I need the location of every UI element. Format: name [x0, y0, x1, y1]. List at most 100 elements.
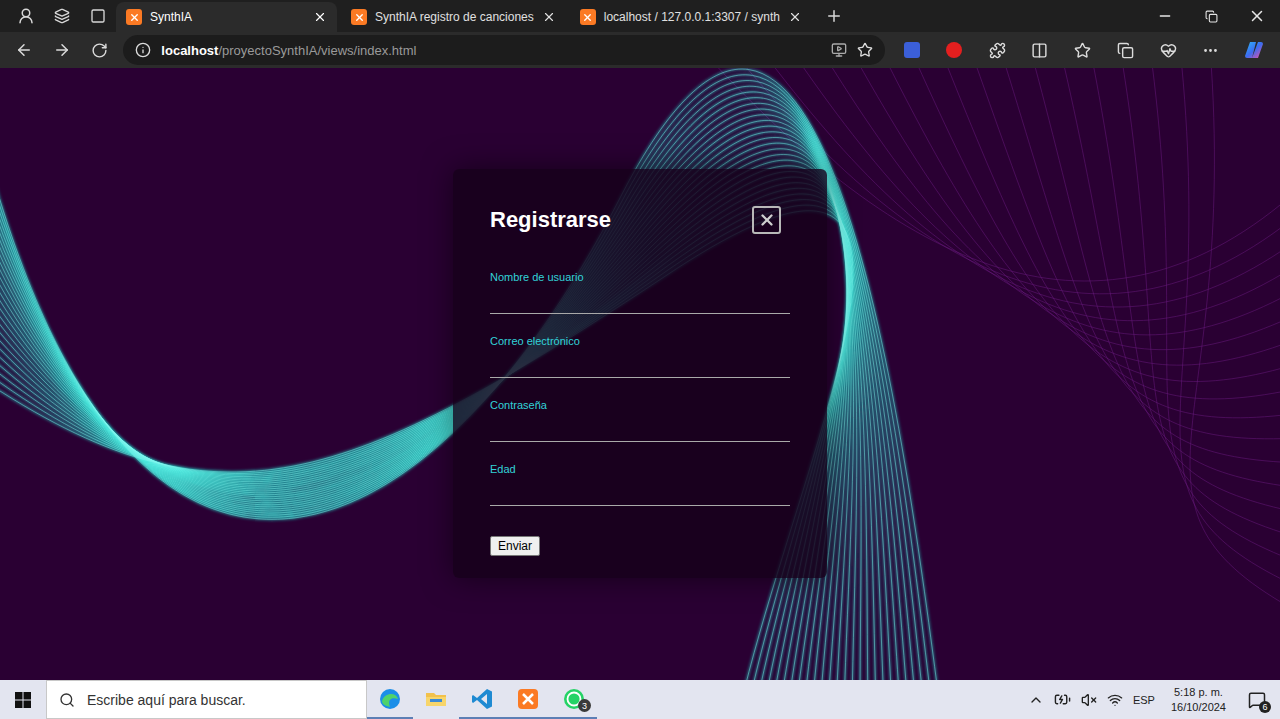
form-fields: Nombre de usuario Correo electrónico Contr… — [490, 270, 790, 526]
back-icon — [15, 41, 33, 59]
field-label: Contraseña — [490, 398, 790, 412]
xampp-favicon-icon — [351, 9, 367, 25]
start-button[interactable] — [0, 680, 46, 719]
favorite-icon[interactable] — [857, 42, 873, 58]
collections-button[interactable] — [1105, 35, 1146, 65]
browser-tab[interactable]: localhost / 127.0.0.1:3307 / synth — [570, 2, 812, 32]
app-badge: 3 — [578, 699, 591, 712]
close-tab-icon[interactable] — [788, 10, 802, 24]
minimize-icon — [1157, 8, 1173, 24]
url: localhost/proyectoSynthIA/views/index.ht… — [161, 43, 821, 58]
tab-actions-icon — [90, 8, 106, 24]
copilot-icon — [1244, 40, 1264, 60]
back-button[interactable] — [6, 35, 42, 65]
extension-button[interactable] — [891, 35, 932, 65]
field-label: Edad — [490, 462, 790, 476]
modal-title: Registrarse — [490, 207, 611, 233]
close-tab-icon[interactable] — [313, 10, 327, 24]
page: Registrarse Nombre de usuario Correo elect… — [0, 68, 1280, 680]
field-input[interactable] — [490, 412, 790, 442]
plus-icon — [825, 7, 843, 25]
submit-button[interactable]: Enviar — [490, 536, 540, 556]
windows-icon — [15, 692, 31, 708]
info-icon — [135, 42, 151, 58]
menu-icon — [1202, 42, 1219, 59]
extension-button[interactable] — [934, 35, 975, 65]
forward-icon — [53, 41, 71, 59]
browser-tab[interactable]: SynthIA — [116, 2, 337, 32]
refresh-icon — [91, 42, 108, 59]
battery-icon[interactable] — [1054, 691, 1071, 708]
wifi-icon[interactable] — [1107, 692, 1123, 708]
tab-actions-button[interactable] — [80, 0, 116, 32]
tab-label: SynthIA — [150, 10, 305, 24]
taskbar-search[interactable]: Escribe aquí para buscar. — [46, 680, 367, 719]
form-field: Correo electrónico — [490, 334, 790, 378]
modal-header: Registrarse — [490, 206, 790, 234]
folder-icon — [424, 687, 448, 711]
minimize-button[interactable] — [1142, 0, 1188, 32]
split-screen-icon — [1031, 42, 1048, 59]
field-input[interactable] — [490, 476, 790, 506]
taskbar-app[interactable]: 3 — [551, 680, 597, 719]
puzzle-icon — [989, 42, 1006, 59]
taskbar: Escribe aquí para buscar. 3 ESP 5:18 p. m.1… — [0, 680, 1280, 719]
taskbar-app[interactable] — [459, 680, 505, 719]
show-hidden-icon[interactable] — [1028, 692, 1044, 708]
favorites-button[interactable] — [1062, 35, 1103, 65]
immersive-reader-icon[interactable] — [831, 42, 847, 58]
favorites-icon — [1074, 42, 1091, 59]
tab-label: localhost / 127.0.0.1:3307 / synth — [604, 10, 780, 24]
browser-tab[interactable]: SynthIA registro de canciones — [341, 2, 566, 32]
field-input[interactable] — [490, 284, 790, 314]
forward-button[interactable] — [44, 35, 80, 65]
xampp-icon — [516, 687, 540, 711]
field-label: Correo electrónico — [490, 334, 790, 348]
notifications-button[interactable]: 6 — [1242, 685, 1272, 715]
close-modal-button[interactable] — [752, 206, 781, 234]
url-host: localhost — [161, 43, 218, 58]
vscode-icon — [470, 687, 494, 711]
extensions-button[interactable] — [977, 35, 1018, 65]
clock[interactable]: 5:18 p. m.16/10/2024 — [1165, 685, 1232, 715]
new-tab-button[interactable] — [816, 0, 852, 32]
close-window-button[interactable] — [1234, 0, 1280, 32]
collections-icon — [1117, 42, 1134, 59]
address-bar[interactable]: localhost/proyectoSynthIA/views/index.ht… — [123, 35, 885, 65]
search-icon — [59, 692, 75, 708]
menu-button[interactable] — [1190, 35, 1231, 65]
language-indicator[interactable]: ESP — [1133, 694, 1155, 706]
heart-pulse-icon — [1160, 42, 1177, 59]
close-icon — [1248, 7, 1266, 25]
system-tray: ESP 5:18 p. m.16/10/2024 6 — [1028, 685, 1280, 715]
taskbar-app[interactable] — [367, 680, 413, 719]
copilot-button[interactable] — [1233, 35, 1274, 65]
extension-icon — [946, 42, 962, 58]
taskbar-app[interactable] — [505, 680, 551, 719]
refresh-button[interactable] — [82, 35, 118, 65]
close-tab-icon[interactable] — [542, 10, 556, 24]
register-modal: Registrarse Nombre de usuario Correo elect… — [453, 169, 827, 578]
field-input[interactable] — [490, 348, 790, 378]
clock-time: 5:18 p. m. — [1174, 685, 1223, 700]
form-field: Edad — [490, 462, 790, 506]
taskbar-app[interactable] — [413, 680, 459, 719]
split-screen-button[interactable] — [1020, 35, 1061, 65]
form-field: Contraseña — [490, 398, 790, 442]
close-icon — [758, 211, 776, 229]
edge-icon — [378, 687, 402, 711]
xampp-favicon-icon — [580, 9, 596, 25]
profile-icon — [17, 7, 35, 25]
restore-button[interactable] — [1188, 0, 1234, 32]
performance-button[interactable] — [1148, 35, 1189, 65]
toolbar: localhost/proyectoSynthIA/views/index.ht… — [0, 32, 1280, 68]
tab-bar: SynthIA SynthIA registro de canciones loca… — [0, 0, 1280, 32]
profile-button[interactable] — [8, 0, 44, 32]
field-label: Nombre de usuario — [490, 270, 790, 284]
search-placeholder: Escribe aquí para buscar. — [87, 692, 246, 708]
workspaces-button[interactable] — [44, 0, 80, 32]
restore-icon — [1205, 10, 1218, 23]
xampp-favicon-icon — [126, 9, 142, 25]
volume-muted-icon[interactable] — [1081, 692, 1097, 708]
form-field: Nombre de usuario — [490, 270, 790, 314]
